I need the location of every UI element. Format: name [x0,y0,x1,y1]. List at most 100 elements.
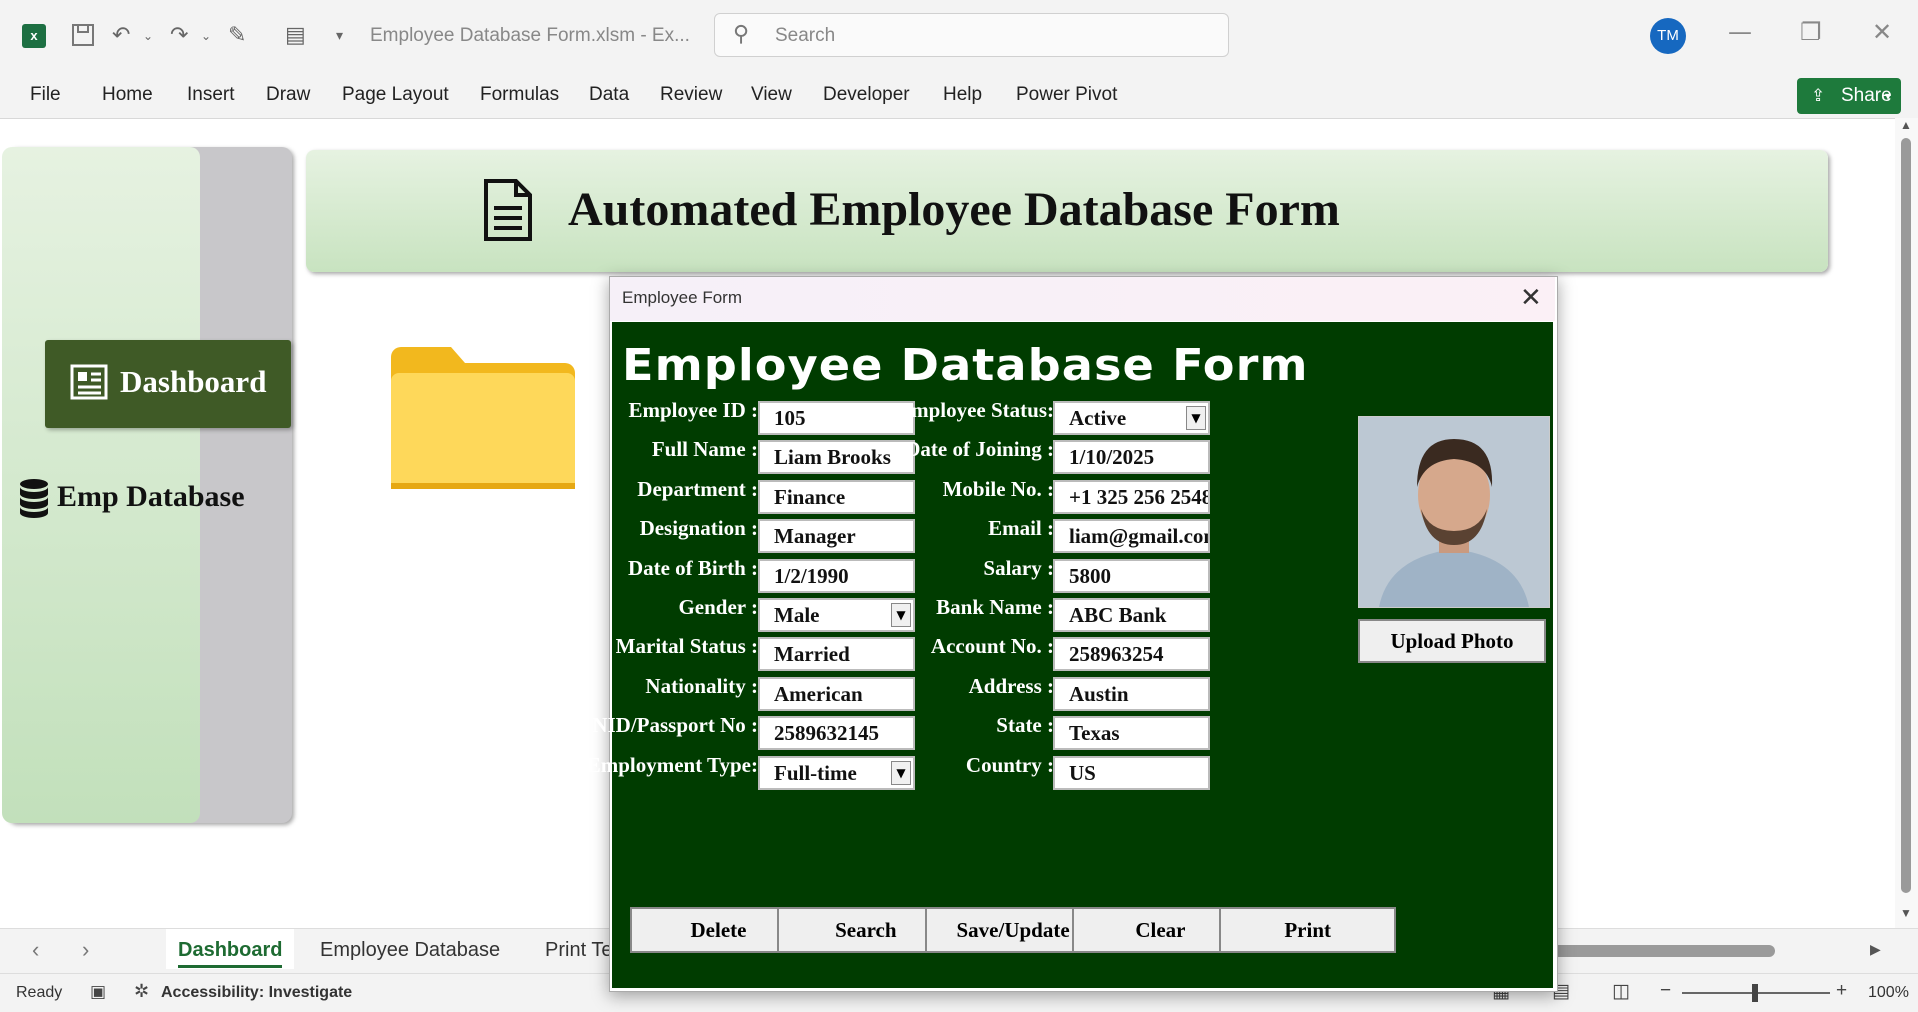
field-employment-type-dropdown[interactable]: Full-time ▼ [758,755,915,790]
tab-dashboard[interactable]: Dashboard [166,929,294,969]
menu-page-layout[interactable]: Page Layout [342,84,449,106]
scroll-right-icon[interactable]: ▶ [1870,941,1881,958]
dashboard-nav-button[interactable]: Dashboard [45,340,291,428]
zoom-level[interactable]: 100% [1868,984,1909,1002]
menu-draw[interactable]: Draw [266,84,310,106]
field-bank-name-input[interactable]: ABC Bank [1053,598,1210,632]
field-employee-status-dropdown[interactable]: Active ▼ [1053,401,1210,435]
redo-icon[interactable]: ↷ [170,22,188,50]
label-nationality: Nationality : [645,673,758,698]
employee-form-dialog: Employee Form ✕ Employee Database Form U… [587,276,1558,992]
label-email: Email : [988,516,1054,541]
menu-file[interactable]: File [30,84,61,106]
undo-dropdown-icon[interactable]: ⌄ [143,22,153,50]
excel-logo-icon: x [22,24,46,48]
menu-review[interactable]: Review [660,84,722,106]
avatar[interactable]: TM [1650,18,1686,54]
tab-employee-database[interactable]: Employee Database [320,939,500,962]
minimize-icon[interactable]: — [1728,18,1752,46]
share-button[interactable]: ⇪ Share ▾ [1797,78,1901,114]
redo-dropdown-icon[interactable]: ⌄ [201,22,211,50]
restore-icon[interactable]: ❐ [1800,18,1822,46]
dropdown-arrow-icon[interactable]: ▼ [891,603,911,627]
vertical-scrollbar[interactable]: ▲ ▼ [1895,118,1918,928]
label-employee-id: Employee ID : [628,398,759,422]
accessibility-status[interactable]: Accessibility: Investigate [161,984,352,1002]
menu-power-pivot[interactable]: Power Pivot [1016,84,1117,106]
field-designation-input[interactable]: Manager [758,519,915,554]
undo-icon[interactable]: ↶ [112,22,130,50]
field-date-of-birth-input[interactable]: 1/2/1990 [758,558,915,593]
label-salary: Salary : [983,555,1054,580]
dropdown-arrow-icon[interactable]: ▼ [891,760,911,785]
tab-next-icon[interactable]: › [82,937,89,963]
field-value: Austin [1069,681,1129,706]
tab-print-template[interactable]: Print Te [545,939,612,962]
field-account-no-input[interactable]: 258963254 [1053,637,1210,672]
field-email-input[interactable]: liam@gmail.com [1053,519,1210,554]
field-mobile-no-input[interactable]: +1 325 256 2548 [1053,479,1210,514]
field-country-input[interactable]: US [1053,755,1210,790]
field-value: 1/10/2025 [1069,445,1155,470]
field-address-input[interactable]: Austin [1053,676,1210,711]
page-break-view-icon[interactable]: ◫ [1612,980,1630,1002]
field-state-input[interactable]: Texas [1053,716,1210,751]
menu-home[interactable]: Home [102,84,153,106]
field-value: 105 [774,406,806,430]
field-gender-dropdown[interactable]: Male ▼ [758,598,915,632]
field-nid-passport-no-input[interactable]: 2589632145 [758,716,915,751]
menu-formulas[interactable]: Formulas [480,84,559,106]
ribbon-tabs: File Home Insert Draw Page Layout Formul… [0,72,1918,119]
dropdown-arrow-icon[interactable]: ▼ [1186,406,1206,430]
active-tab-underline [178,965,282,968]
menu-insert[interactable]: Insert [187,84,235,106]
zoom-in-icon[interactable]: + [1836,980,1847,1002]
field-date-of-joining-input[interactable]: 1/10/2025 [1053,440,1210,475]
upload-photo-button[interactable]: Upload Photo [1358,619,1546,663]
label-full-name: Full Name : [651,437,758,462]
dialog-title-bar[interactable]: Employee Form ✕ [610,277,1555,321]
macro-record-icon[interactable]: ▣ [90,982,106,1002]
scroll-up-icon[interactable]: ▲ [1900,118,1912,132]
menu-data[interactable]: Data [589,84,629,106]
field-nationality-input[interactable]: American [758,676,915,711]
dialog-close-icon[interactable]: ✕ [1520,283,1542,313]
menu-help[interactable]: Help [943,84,982,106]
share-icon: ⇪ [1811,86,1826,106]
emp-database-nav-button[interactable]: Emp Database [18,470,278,526]
draw-pen-icon[interactable]: ✎ [228,22,246,50]
field-marital-status-input[interactable]: Married [758,637,915,672]
field-salary-input[interactable]: 5800 [1053,558,1210,593]
menu-view[interactable]: View [751,84,792,106]
field-value: 1/2/1990 [774,563,849,588]
tab-prev-icon[interactable]: ‹ [32,937,39,963]
label-bank-name: Bank Name : [936,595,1054,619]
field-department-input[interactable]: Finance [758,479,915,514]
label-date-of-joining: Date of Joining : [905,437,1054,462]
vertical-scroll-thumb[interactable] [1901,138,1911,893]
label-mobile-no: Mobile No. : [942,476,1054,501]
label-designation: Designation : [639,516,758,541]
zoom-out-icon[interactable]: − [1660,980,1671,1002]
customize-qat-icon[interactable]: ▾ [336,22,343,50]
menu-developer[interactable]: Developer [823,84,910,106]
horizontal-scroll-thumb[interactable] [1530,945,1775,957]
field-employee-id-input[interactable]: 105 [758,401,915,435]
label-date-of-birth: Date of Birth : [627,555,758,580]
folder-icon[interactable] [389,343,577,491]
close-icon[interactable]: ✕ [1872,18,1892,46]
zoom-slider-thumb[interactable] [1752,984,1758,1002]
scroll-down-icon[interactable]: ▼ [1900,906,1912,920]
print-button[interactable]: Print [1219,907,1397,953]
field-value: +1 325 256 2548 [1069,484,1210,509]
label-employee-status: Employee Status: [897,398,1054,422]
field-full-name-input[interactable]: Liam Brooks [758,440,915,475]
accessibility-icon[interactable]: ✲ [134,981,149,1002]
dialog-body: Employee Database Form Upload Photo Empl… [587,322,1553,988]
save-icon[interactable] [70,22,96,56]
employee-photo [1358,416,1550,608]
search-input[interactable]: ⚲ Search [714,13,1229,57]
field-value: Finance [774,484,846,509]
form-icon[interactable]: ▤ [285,22,306,50]
document-icon [482,178,534,247]
